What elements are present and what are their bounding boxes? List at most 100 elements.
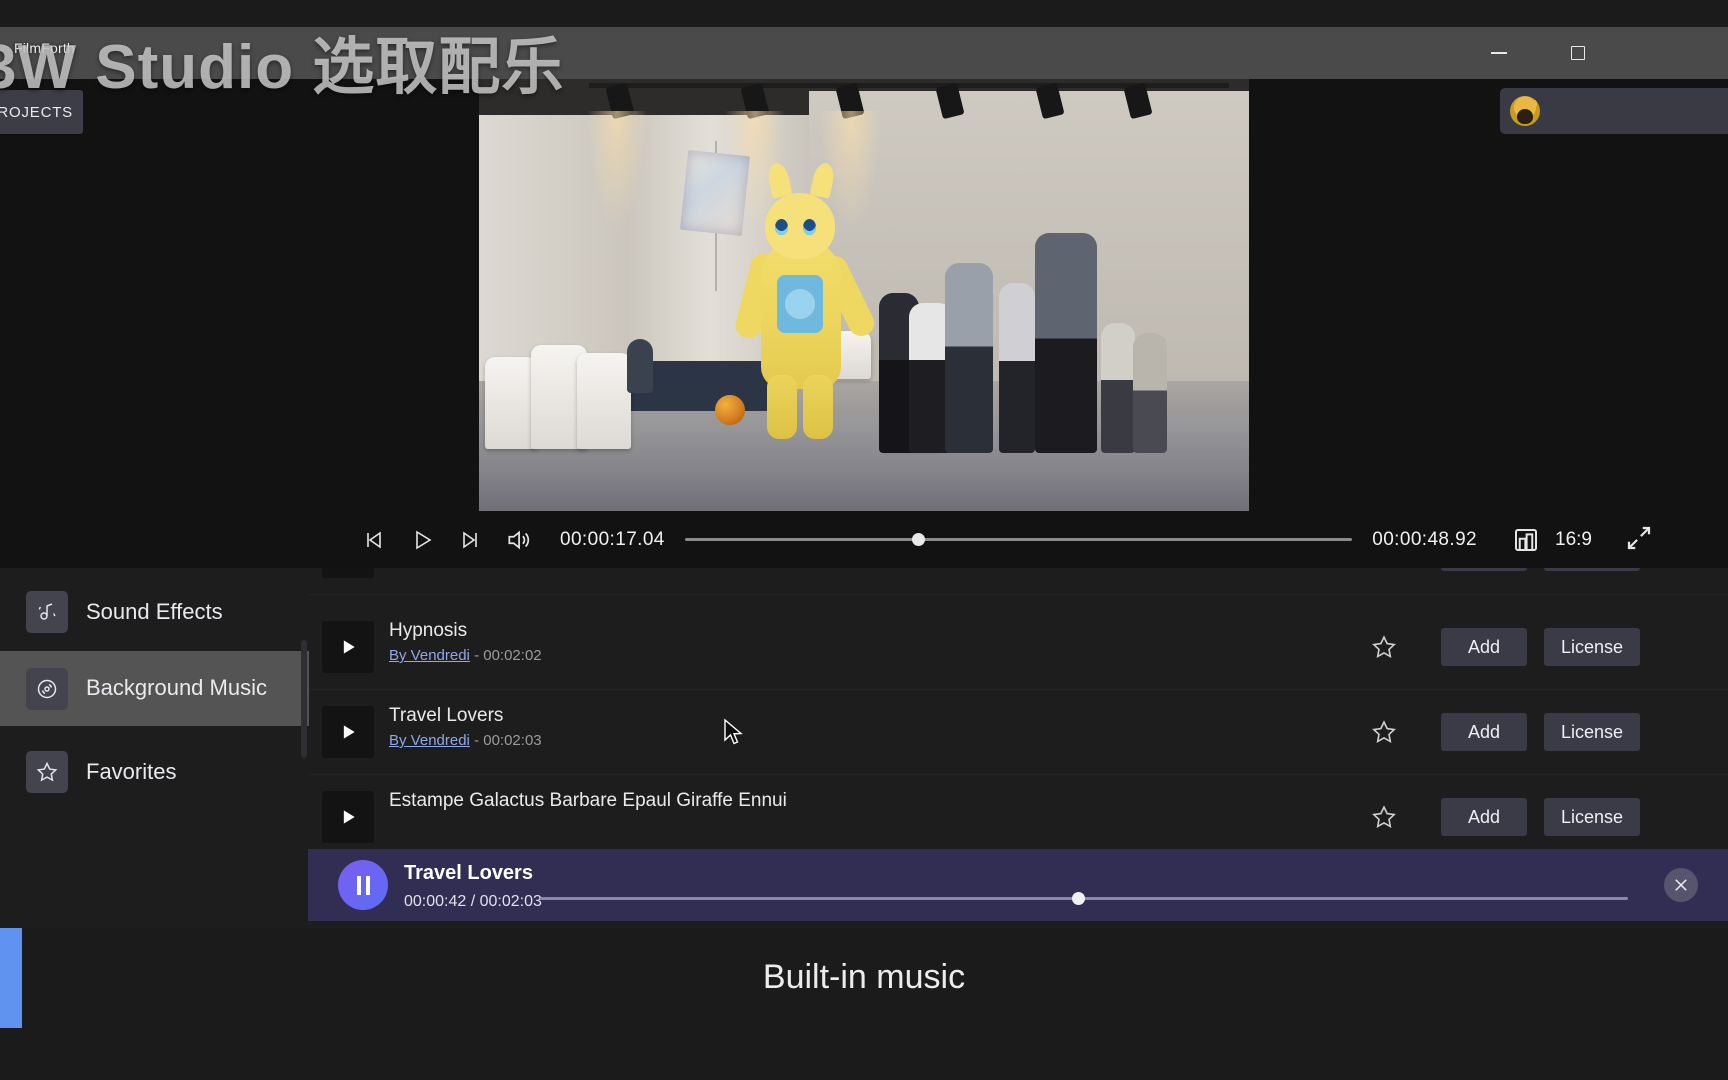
sidebar-item-label: Sound Effects (86, 598, 223, 624)
previous-frame-button[interactable] (350, 520, 398, 560)
fullscreen-button[interactable] (1624, 523, 1658, 557)
track-title: Hypnosis (389, 620, 468, 641)
close-icon (1675, 879, 1687, 891)
video-chair (485, 357, 537, 449)
now-playing-progress-bar[interactable] (540, 892, 1628, 905)
track-artist-link[interactable]: By Vendredi (389, 647, 470, 664)
app-root: FilmForth 3W Studio 选取配乐 PROJECTS (0, 0, 1728, 1080)
play-icon (416, 530, 432, 549)
track-separator: - (474, 732, 480, 749)
video-frame[interactable] (479, 79, 1249, 511)
mouse-cursor (724, 718, 743, 745)
favorite-button[interactable] (1370, 718, 1398, 746)
table-row[interactable]: Hypnosis By Vendredi - 00:02:02 Add Lice… (309, 605, 1728, 690)
track-duration: 00:02:02 (483, 647, 542, 664)
player-progress-bar[interactable] (684, 533, 1353, 546)
video-person (1101, 323, 1135, 453)
sidebar-item-label: Background Music (86, 675, 267, 701)
now-playing-title: Travel Lovers (404, 862, 533, 884)
star-icon (26, 751, 68, 793)
sidebar-item-background-music[interactable]: Background Music (0, 651, 309, 726)
play-button[interactable] (398, 520, 446, 560)
video-person (1035, 233, 1097, 453)
video-flag (679, 149, 751, 237)
license-button[interactable]: License (1544, 798, 1640, 836)
star-outline-icon (1372, 720, 1396, 744)
player-total-time: 00:00:48.92 (1372, 528, 1478, 550)
player-current-time: 00:00:17.04 (560, 528, 665, 550)
scrollbar[interactable] (301, 640, 307, 758)
track-duration: 00:02:25 (500, 568, 558, 569)
play-triangle-icon (343, 640, 355, 654)
track-artist-link[interactable]: By Luke Bergs (389, 568, 487, 569)
aspect-ratio-label: 16:9 (1555, 528, 1592, 550)
track-separator: - (474, 647, 480, 664)
aspect-ratio-icon (1515, 528, 1538, 551)
video-mascot (732, 161, 879, 439)
video-person (999, 283, 1035, 453)
play-triangle-icon (343, 810, 355, 824)
track-play-button[interactable] (322, 568, 374, 578)
track-title: Travel Lovers (389, 705, 504, 726)
bottom-caption-strip (0, 928, 1728, 1080)
aspect-ratio-button[interactable] (1511, 525, 1541, 555)
minimize-icon (1491, 52, 1507, 54)
player-transport-bar: 00:00:17.04 00:00:48.92 16:9 (0, 511, 1728, 568)
video-person (1133, 333, 1167, 453)
minimize-button[interactable] (1473, 27, 1525, 79)
track-subtitle: By Vendredi - 00:02:03 (389, 732, 542, 749)
pause-button[interactable] (338, 860, 388, 910)
favorite-button[interactable] (1370, 803, 1398, 831)
add-button[interactable]: Add (1441, 628, 1527, 666)
fullscreen-icon (1627, 526, 1651, 549)
volume-button[interactable] (494, 520, 542, 560)
sound-effects-icon (26, 591, 68, 633)
track-play-button[interactable] (322, 621, 374, 673)
close-button[interactable] (1664, 868, 1698, 902)
star-outline-icon (1372, 635, 1396, 659)
add-button[interactable]: Add (1441, 568, 1527, 571)
avatar-cat-icon (1510, 96, 1540, 126)
pause-icon (356, 875, 361, 895)
video-chair (577, 353, 631, 449)
account-chip[interactable] (1500, 88, 1728, 134)
star-outline-icon (1372, 805, 1396, 829)
play-triangle-icon (343, 725, 355, 739)
license-button[interactable]: License (1544, 713, 1640, 751)
window-title-bar (0, 27, 1728, 79)
table-row[interactable]: Travel Lovers By Vendredi - 00:02:03 Add… (309, 690, 1728, 775)
track-subtitle: By Vendredi - 00:02:02 (389, 647, 542, 664)
table-row[interactable]: Drift By Luke Bergs - 00:02:25 Add Licen… (309, 568, 1728, 595)
track-play-button[interactable] (322, 706, 374, 758)
now-playing-time: 00:00:42 / 00:02:03 (404, 893, 542, 910)
video-preview (0, 79, 1728, 511)
track-subtitle: By Luke Bergs - 00:02:25 (389, 568, 558, 569)
projects-button[interactable]: PROJECTS (0, 90, 83, 134)
license-button[interactable]: License (1544, 568, 1640, 571)
video-person (627, 339, 653, 393)
track-play-button[interactable] (322, 791, 374, 843)
volume-icon (508, 530, 530, 549)
table-row[interactable]: Estampe Galactus Barbare Epaul Giraffe E… (309, 775, 1728, 860)
video-light-glow (587, 111, 647, 231)
player-progress-handle[interactable] (911, 533, 925, 546)
sidebar-item-favorites[interactable]: Favorites (0, 744, 309, 800)
maximize-icon (1571, 46, 1585, 60)
now-playing-progress-handle[interactable] (1072, 892, 1086, 905)
add-button[interactable]: Add (1441, 713, 1527, 751)
bottom-caption: Built-in music (762, 958, 966, 996)
app-title: FilmForth (14, 40, 75, 56)
sidebar-item-label: Favorites (86, 758, 177, 784)
track-title: Estampe Galactus Barbare Epaul Giraffe E… (389, 790, 787, 811)
favorite-button[interactable] (1370, 633, 1398, 661)
disc-icon (26, 667, 68, 710)
license-button[interactable]: License (1544, 628, 1640, 666)
sidebar-item-sound-effects[interactable]: Sound Effects (0, 584, 309, 640)
video-person (945, 263, 993, 453)
track-separator: - (491, 568, 496, 569)
maximize-button[interactable] (1552, 27, 1604, 79)
track-duration: 00:02:03 (483, 732, 542, 749)
add-button[interactable]: Add (1441, 798, 1527, 836)
track-artist-link[interactable]: By Vendredi (389, 732, 470, 749)
next-frame-button[interactable] (446, 520, 494, 560)
